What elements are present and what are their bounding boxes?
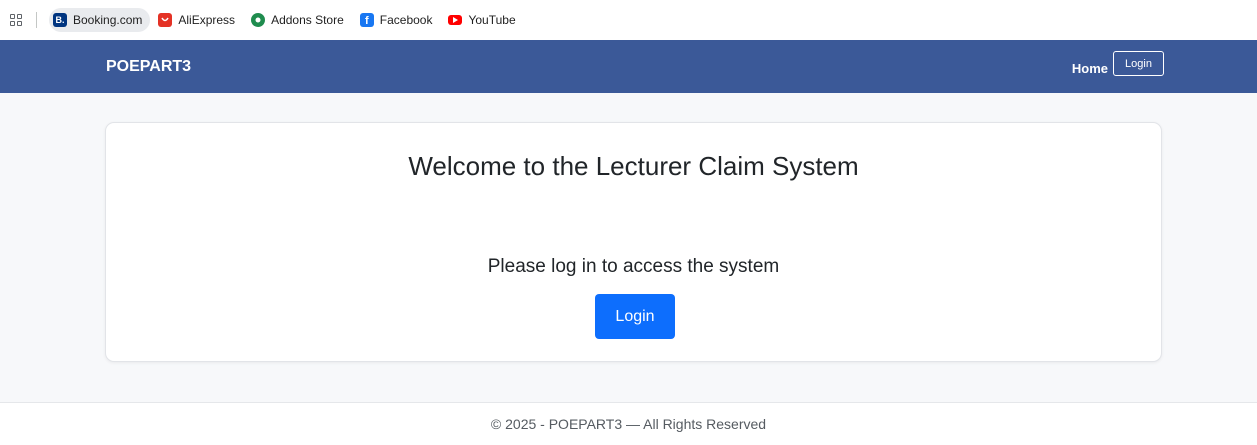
booking-icon: B. [53,13,67,27]
bookmark-youtube[interactable]: YouTube [444,8,523,32]
bookmark-label: Addons Store [271,13,344,27]
footer-copyright: © 2025 - POEPART3 — All Rights Reserved [490,416,767,432]
login-prompt: Please log in to access the system [487,256,780,277]
youtube-icon [448,15,463,25]
page-footer: © 2025 - POEPART3 — All Rights Reserved [0,402,1257,432]
bookmark-label: Booking.com [73,13,143,27]
nav-login-button[interactable]: Login [1113,51,1164,76]
bookmarks-separator [36,12,37,28]
bookmark-label: AliExpress [178,13,236,27]
login-button[interactable]: Login [595,294,675,339]
apps-grid-icon[interactable] [10,14,22,26]
top-navbar: POEPART3 Home Login [0,40,1257,93]
aliexpress-icon [158,13,173,27]
page-title: Welcome to the Lecturer Claim System [408,151,859,181]
brand-logo[interactable]: POEPART3 [106,40,191,93]
main-content: Welcome to the Lecturer Claim System Ple… [0,93,1257,402]
bookmarks-bar: B. Booking.com AliExpress Addons Store f… [0,0,1257,40]
bookmark-facebook[interactable]: f Facebook [356,8,441,32]
bookmark-aliexpress[interactable]: AliExpress [154,8,243,32]
bookmark-label: Facebook [379,13,433,27]
facebook-icon: f [359,13,374,27]
nav-home-link[interactable]: Home [1072,40,1108,97]
bookmark-label: YouTube [468,13,516,27]
addons-store-icon [251,13,266,27]
welcome-card: Welcome to the Lecturer Claim System Ple… [105,122,1162,362]
bookmark-booking[interactable]: B. Booking.com [49,8,151,32]
bookmark-addons-store[interactable]: Addons Store [247,8,352,32]
